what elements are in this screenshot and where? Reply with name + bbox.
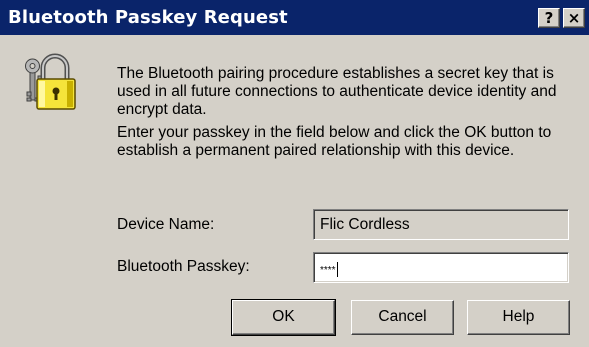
device-name-label: Device Name: [117,216,215,233]
title-bar[interactable]: Bluetooth Passkey Request ? × [0,0,589,35]
pairing-description: The Bluetooth pairing procedure establis… [117,65,557,118]
passkey-dialog: Bluetooth Passkey Request ? × The Blueto… [0,0,589,347]
window-title: Bluetooth Passkey Request [8,7,288,28]
ok-button[interactable]: OK [231,299,336,336]
passkey-value: **** [320,265,336,276]
cancel-button[interactable]: Cancel [351,300,454,335]
passkey-label: Bluetooth Passkey: [117,258,250,275]
close-button[interactable]: × [563,8,585,28]
device-name-field: Flic Cordless [313,209,569,240]
passkey-instructions: Enter your passkey in the field below an… [117,124,552,159]
help-button[interactable]: Help [467,300,570,335]
lock-keys-icon [25,53,76,110]
text-caret [336,262,338,277]
passkey-input[interactable]: **** [313,252,569,283]
help-caption-button[interactable]: ? [538,8,560,28]
device-name-value: Flic Cordless [320,216,410,233]
